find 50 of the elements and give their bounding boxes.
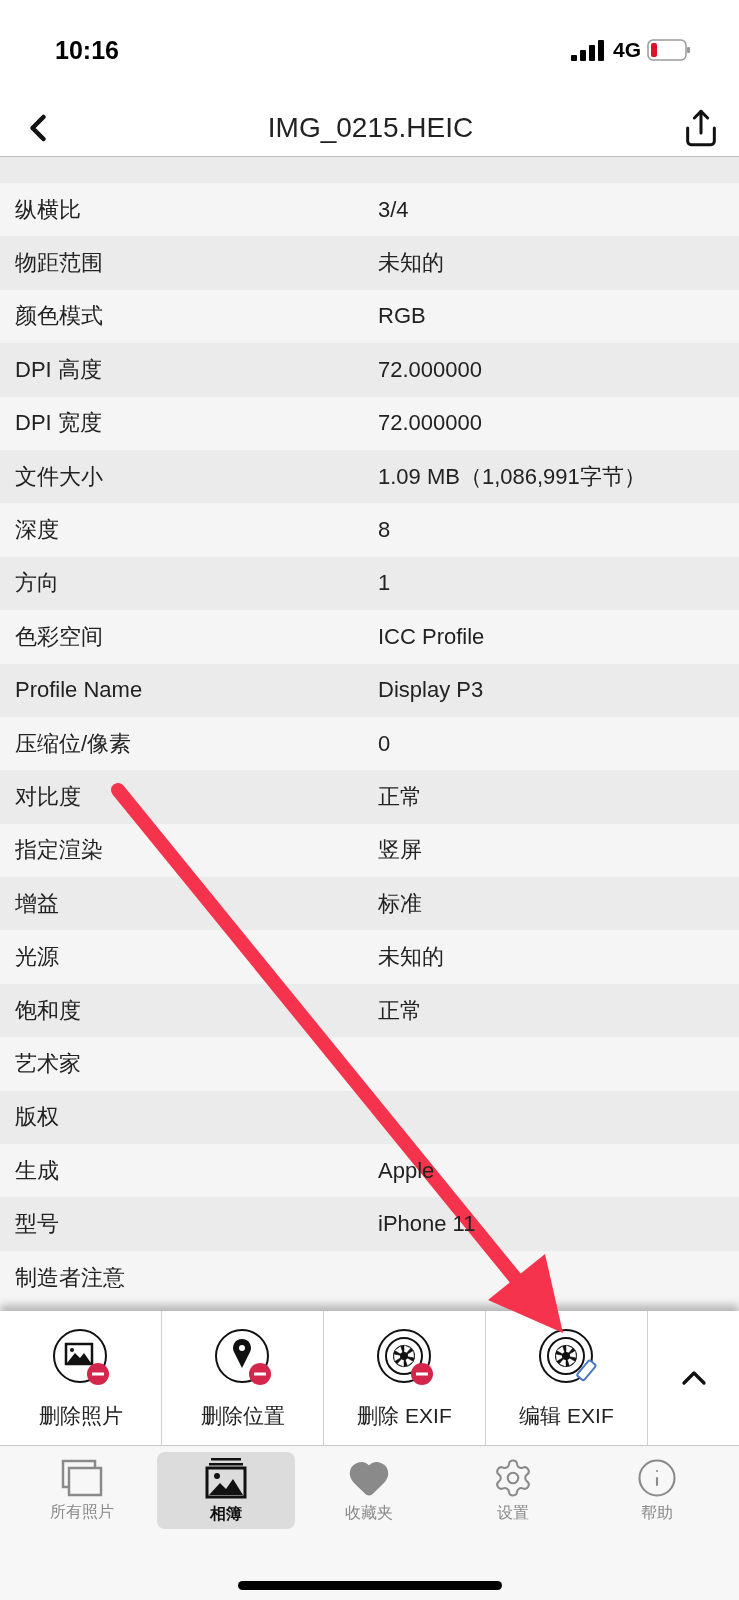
property-value: 0 <box>378 730 391 757</box>
property-value: Display P3 <box>378 677 484 704</box>
action-button[interactable]: 编辑 EXIF <box>486 1311 648 1445</box>
property-label: 压缩位/像素 <box>14 729 133 758</box>
tab[interactable]: 相簿 <box>156 1452 295 1529</box>
property-value: 1 <box>378 570 391 597</box>
property-label: 颜色模式 <box>14 302 104 331</box>
property-label: 饱和度 <box>14 996 82 1025</box>
property-label: 深度 <box>14 516 60 545</box>
window-title: IMG_0215.HEIC <box>267 112 474 144</box>
property-label: 色彩空间 <box>14 622 104 651</box>
info-icon <box>636 1457 679 1499</box>
action-button[interactable]: 删除位置 <box>162 1311 324 1445</box>
property-value: 72.000000 <box>378 410 482 437</box>
photo-album-icon <box>203 1456 248 1500</box>
action-button[interactable]: 删除 EXIF <box>324 1311 486 1445</box>
battery-icon <box>647 39 691 61</box>
property-value: 72.000000 <box>378 356 482 383</box>
property-label: DPI 高度 <box>14 355 103 384</box>
property-label: 型号 <box>14 1210 60 1239</box>
property-value: 3/4 <box>378 196 409 223</box>
property-value: 8 <box>378 517 391 544</box>
property-label: 制造者注意 <box>14 1263 126 1292</box>
property-label: 文件大小 <box>14 462 104 491</box>
property-value: 未知的 <box>378 249 444 278</box>
property-label: 对比度 <box>14 783 82 811</box>
property-value: 竖屏 <box>378 836 422 865</box>
property-label: DPI 宽度 <box>14 409 103 438</box>
status-time: 10:16 <box>55 35 119 65</box>
property-value: 未知的 <box>378 943 444 972</box>
property-value: RGB <box>378 303 426 330</box>
property-label: 增益 <box>14 889 60 918</box>
property-value: 标准 <box>378 889 422 918</box>
property-value: 正常 <box>378 783 422 811</box>
property-label: 艺术家 <box>14 1049 82 1078</box>
property-value: 正常 <box>378 996 422 1025</box>
property-label: 版权 <box>14 1103 60 1132</box>
property-label: 指定渲染 <box>14 836 104 865</box>
property-label: 光源 <box>14 943 60 972</box>
property-value: ICC Profile <box>378 623 485 650</box>
signal-icon <box>571 39 607 61</box>
property-label: 纵横比 <box>14 195 82 224</box>
stacked-squares-icon <box>59 1458 104 1498</box>
network-label: 4G <box>613 38 641 62</box>
property-label: 方向 <box>14 569 60 598</box>
property-value: 1.09 MB（1,086,991字节） <box>378 462 646 491</box>
property-label: Profile Name <box>14 677 144 704</box>
property-label: 生成 <box>14 1156 60 1185</box>
property-label: 物距范围 <box>14 249 104 278</box>
action-button[interactable]: 删除照片 <box>0 1311 162 1445</box>
